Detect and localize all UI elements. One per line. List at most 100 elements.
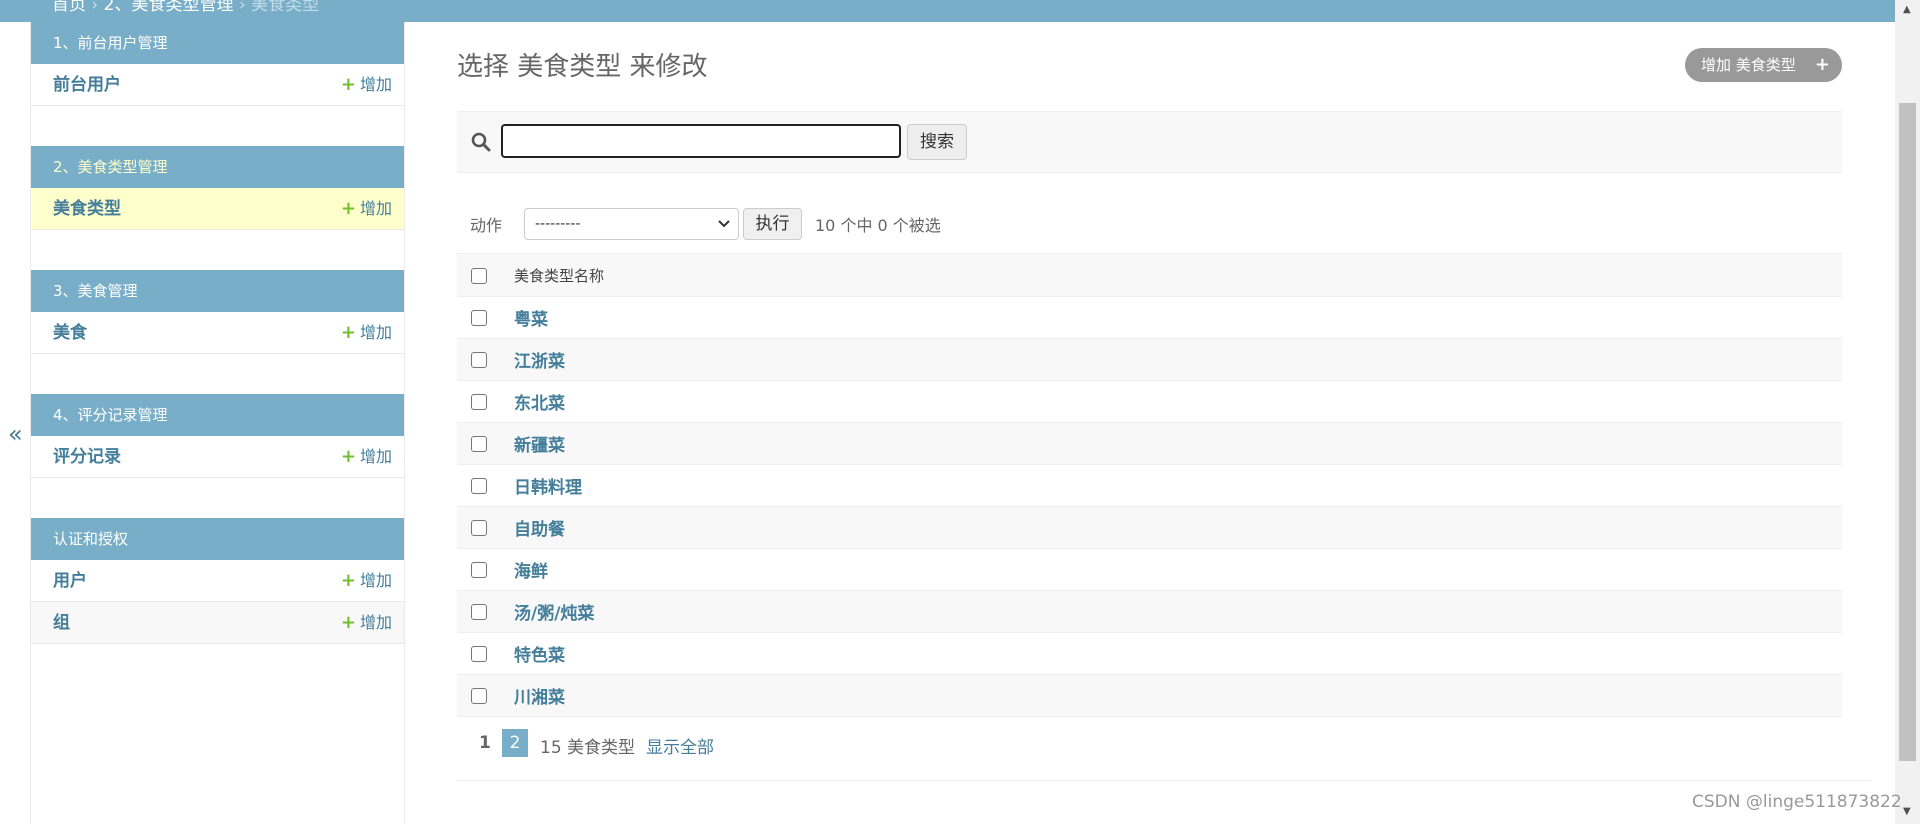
add-food-type-link[interactable]: + 增加	[341, 188, 392, 230]
action-label: 动作	[470, 216, 503, 235]
row-link[interactable]: 江浙菜	[514, 352, 565, 372]
result-count: 15 美食类型	[540, 738, 636, 758]
module-title[interactable]: 认证和授权	[31, 518, 404, 560]
scroll-up-icon[interactable]: ▲	[1903, 4, 1911, 15]
breadcrumb-home-link[interactable]: 首页	[52, 0, 86, 15]
action-select[interactable]: ---------	[524, 208, 739, 240]
table-row: 海鲜	[457, 548, 1842, 591]
row-checkbox-cell	[457, 422, 513, 465]
add-frontend-user-link[interactable]: + 增加	[341, 64, 392, 106]
sidebar-item-food-types: 美食类型 + 增加	[31, 188, 404, 230]
table-cell: 川湘菜	[513, 674, 1842, 717]
search-input[interactable]	[501, 124, 901, 158]
page-2-link[interactable]: 2	[502, 729, 528, 757]
add-label: 增加	[359, 323, 392, 342]
column-header-name[interactable]: 美食类型名称	[513, 253, 1842, 297]
plus-icon: +	[340, 446, 356, 467]
table-cell: 汤/粥/炖菜	[513, 590, 1842, 633]
breadcrumb-bar: 首页 › 2、美食类型管理 › 美食类型	[0, 0, 1920, 22]
breadcrumb-separator: ›	[91, 0, 99, 15]
row-checkbox[interactable]	[471, 309, 487, 326]
row-checkbox[interactable]	[471, 645, 487, 662]
row-link[interactable]: 东北菜	[514, 394, 565, 414]
add-user-link[interactable]: + 增加	[341, 560, 392, 602]
add-rating-link[interactable]: + 增加	[341, 436, 392, 478]
module-title[interactable]: 1、前台用户管理	[31, 22, 404, 64]
sidebar-item-link[interactable]: 前台用户	[53, 64, 121, 106]
row-checkbox[interactable]	[471, 435, 487, 452]
add-label: 增加	[359, 199, 392, 218]
table-cell: 特色菜	[513, 632, 1842, 675]
show-all-link[interactable]: 显示全部	[646, 733, 714, 758]
table-row: 江浙菜	[457, 338, 1842, 381]
row-checkbox[interactable]	[471, 393, 487, 410]
row-checkbox[interactable]	[471, 351, 487, 368]
sidebar-item-ratings: 评分记录 + 增加	[31, 436, 404, 478]
row-checkbox[interactable]	[471, 687, 487, 704]
sidebar-item-link[interactable]: 组	[53, 602, 70, 644]
module-food-types: 2、美食类型管理 美食类型 + 增加	[31, 146, 404, 230]
scrollbar-thumb[interactable]	[1899, 103, 1916, 761]
table-header-row: 美食类型名称	[457, 253, 1842, 297]
sidebar-item-link[interactable]: 用户	[53, 560, 87, 602]
page-scrollbar[interactable]: ▲ ▼	[1895, 0, 1920, 824]
row-checkbox-cell	[457, 296, 513, 339]
add-label: 增加	[359, 613, 392, 632]
row-checkbox[interactable]	[471, 519, 487, 536]
module-frontend-users: 1、前台用户管理 前台用户 + 增加	[31, 22, 404, 106]
select-all-cell	[457, 253, 513, 297]
row-link[interactable]: 新疆菜	[514, 436, 565, 456]
sidebar-toggle[interactable]: «	[0, 22, 31, 824]
row-link[interactable]: 特色菜	[514, 646, 565, 666]
scroll-down-icon[interactable]: ▼	[1903, 806, 1911, 817]
row-checkbox-cell	[457, 590, 513, 633]
add-food-type-button[interactable]: 增加 美食类型 +	[1685, 48, 1842, 82]
sidebar-item-link[interactable]: 美食类型	[53, 188, 121, 230]
table-cell: 海鲜	[513, 548, 1842, 591]
pagination: 1 2 15 美食类型 显示全部	[457, 719, 1870, 781]
row-checkbox-cell	[457, 674, 513, 717]
search-icon	[471, 132, 491, 156]
row-link[interactable]: 川湘菜	[514, 688, 565, 708]
search-toolbar: 搜索	[457, 111, 1842, 173]
run-action-button[interactable]: 执行	[743, 208, 802, 240]
table-row: 特色菜	[457, 632, 1842, 675]
sidebar-item-groups: 组 + 增加	[31, 602, 404, 644]
row-link[interactable]: 日韩料理	[514, 478, 582, 498]
row-link[interactable]: 海鲜	[514, 562, 548, 582]
row-checkbox[interactable]	[471, 477, 487, 494]
row-link[interactable]: 粤菜	[514, 310, 548, 330]
plus-icon: +	[340, 612, 356, 633]
search-button[interactable]: 搜索	[907, 124, 967, 160]
sidebar-item-link[interactable]: 美食	[53, 312, 87, 354]
plus-icon: +	[340, 570, 356, 591]
sidebar-item-link[interactable]: 评分记录	[53, 436, 121, 478]
sidebar-item-frontend-users: 前台用户 + 增加	[31, 64, 404, 106]
add-label: 增加	[359, 571, 392, 590]
plus-icon: +	[1814, 54, 1830, 75]
watermark: CSDN @linge511873822	[1692, 792, 1902, 812]
module-title[interactable]: 3、美食管理	[31, 270, 404, 312]
module-title[interactable]: 4、评分记录管理	[31, 394, 404, 436]
add-food-link[interactable]: + 增加	[341, 312, 392, 354]
add-group-link[interactable]: + 增加	[341, 602, 392, 644]
row-link[interactable]: 汤/粥/炖菜	[514, 604, 594, 624]
collapse-sidebar-icon[interactable]: «	[8, 420, 23, 448]
chevron-down-icon	[718, 209, 730, 251]
breadcrumb: 首页 › 2、美食类型管理 › 美食类型	[52, 0, 319, 15]
table-cell: 自助餐	[513, 506, 1842, 549]
row-checkbox-cell	[457, 632, 513, 675]
add-button-label: 增加 美食类型	[1701, 56, 1796, 74]
select-all-checkbox[interactable]	[471, 267, 487, 284]
breadcrumb-section-link[interactable]: 2、美食类型管理	[104, 0, 234, 15]
table-row: 新疆菜	[457, 422, 1842, 465]
row-checkbox[interactable]	[471, 561, 487, 578]
table-row: 川湘菜	[457, 674, 1842, 717]
module-title[interactable]: 2、美食类型管理	[31, 146, 404, 188]
table-cell: 新疆菜	[513, 422, 1842, 465]
row-checkbox[interactable]	[471, 603, 487, 620]
table-cell: 粤菜	[513, 296, 1842, 339]
page-title: 选择 美食类型 来修改	[457, 52, 708, 82]
row-link[interactable]: 自助餐	[514, 520, 565, 540]
row-checkbox-cell	[457, 338, 513, 381]
